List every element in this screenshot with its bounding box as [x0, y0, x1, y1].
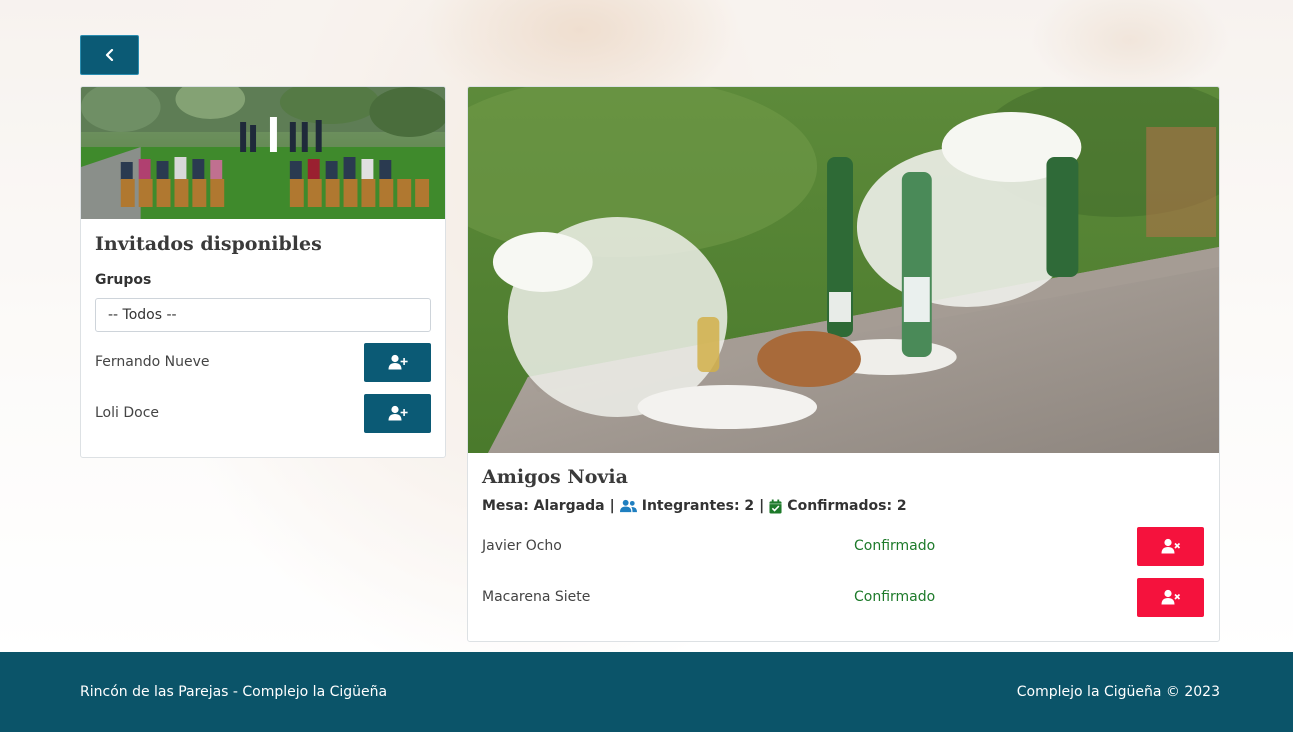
table-title: Amigos Novia	[482, 466, 628, 488]
list-item: Fernando Nueve	[95, 342, 431, 382]
table-card: Amigos Novia Mesa: Alargada | Integrante…	[467, 86, 1220, 642]
table-photo	[468, 87, 1219, 453]
footer-copyright: Complejo la Cigüeña © 2023	[1016, 684, 1220, 700]
user-plus-icon	[388, 354, 408, 370]
members-count: Integrantes: 2	[641, 498, 755, 514]
user-xmark-icon	[1161, 589, 1180, 605]
add-guest-button[interactable]	[364, 342, 431, 382]
member-name: Macarena Siete	[482, 589, 591, 605]
remove-guest-button[interactable]	[1137, 577, 1204, 617]
guest-name: Fernando Nueve	[95, 354, 210, 370]
confirmed-count: Confirmados: 2	[787, 498, 907, 514]
member-name: Javier Ocho	[482, 538, 562, 554]
separator: |	[759, 498, 765, 514]
table-row: Macarena Siete Confirmado	[482, 577, 1204, 617]
guest-name: Loli Doce	[95, 405, 160, 421]
groups-label: Grupos	[95, 272, 152, 288]
list-item: Loli Doce	[95, 393, 431, 433]
available-guests-card: Invitados disponibles Grupos -- Todos --…	[80, 86, 446, 458]
footer-site-name: Rincón de las Parejas - Complejo la Cigü…	[80, 684, 388, 700]
add-guest-button[interactable]	[364, 393, 431, 433]
status-text: Confirmado	[854, 538, 936, 554]
status-text: Confirmado	[854, 589, 936, 605]
ceremony-photo	[81, 87, 445, 219]
table-row: Javier Ocho Confirmado	[482, 526, 1204, 566]
table-info: Mesa: Alargada | Integrantes: 2 | Confir…	[482, 498, 907, 514]
footer: Rincón de las Parejas - Complejo la Cigü…	[0, 652, 1293, 732]
groups-select[interactable]: -- Todos --	[95, 298, 431, 332]
separator: |	[609, 498, 615, 514]
available-guests-title: Invitados disponibles	[95, 233, 322, 255]
chevron-left-icon	[105, 49, 113, 61]
calendar-check-icon	[769, 499, 782, 513]
user-xmark-icon	[1161, 538, 1180, 554]
user-plus-icon	[388, 405, 408, 421]
remove-guest-button[interactable]	[1137, 526, 1204, 566]
mesa-label: Mesa: Alargada	[482, 498, 605, 514]
users-icon	[619, 499, 637, 513]
back-button[interactable]	[80, 35, 139, 75]
